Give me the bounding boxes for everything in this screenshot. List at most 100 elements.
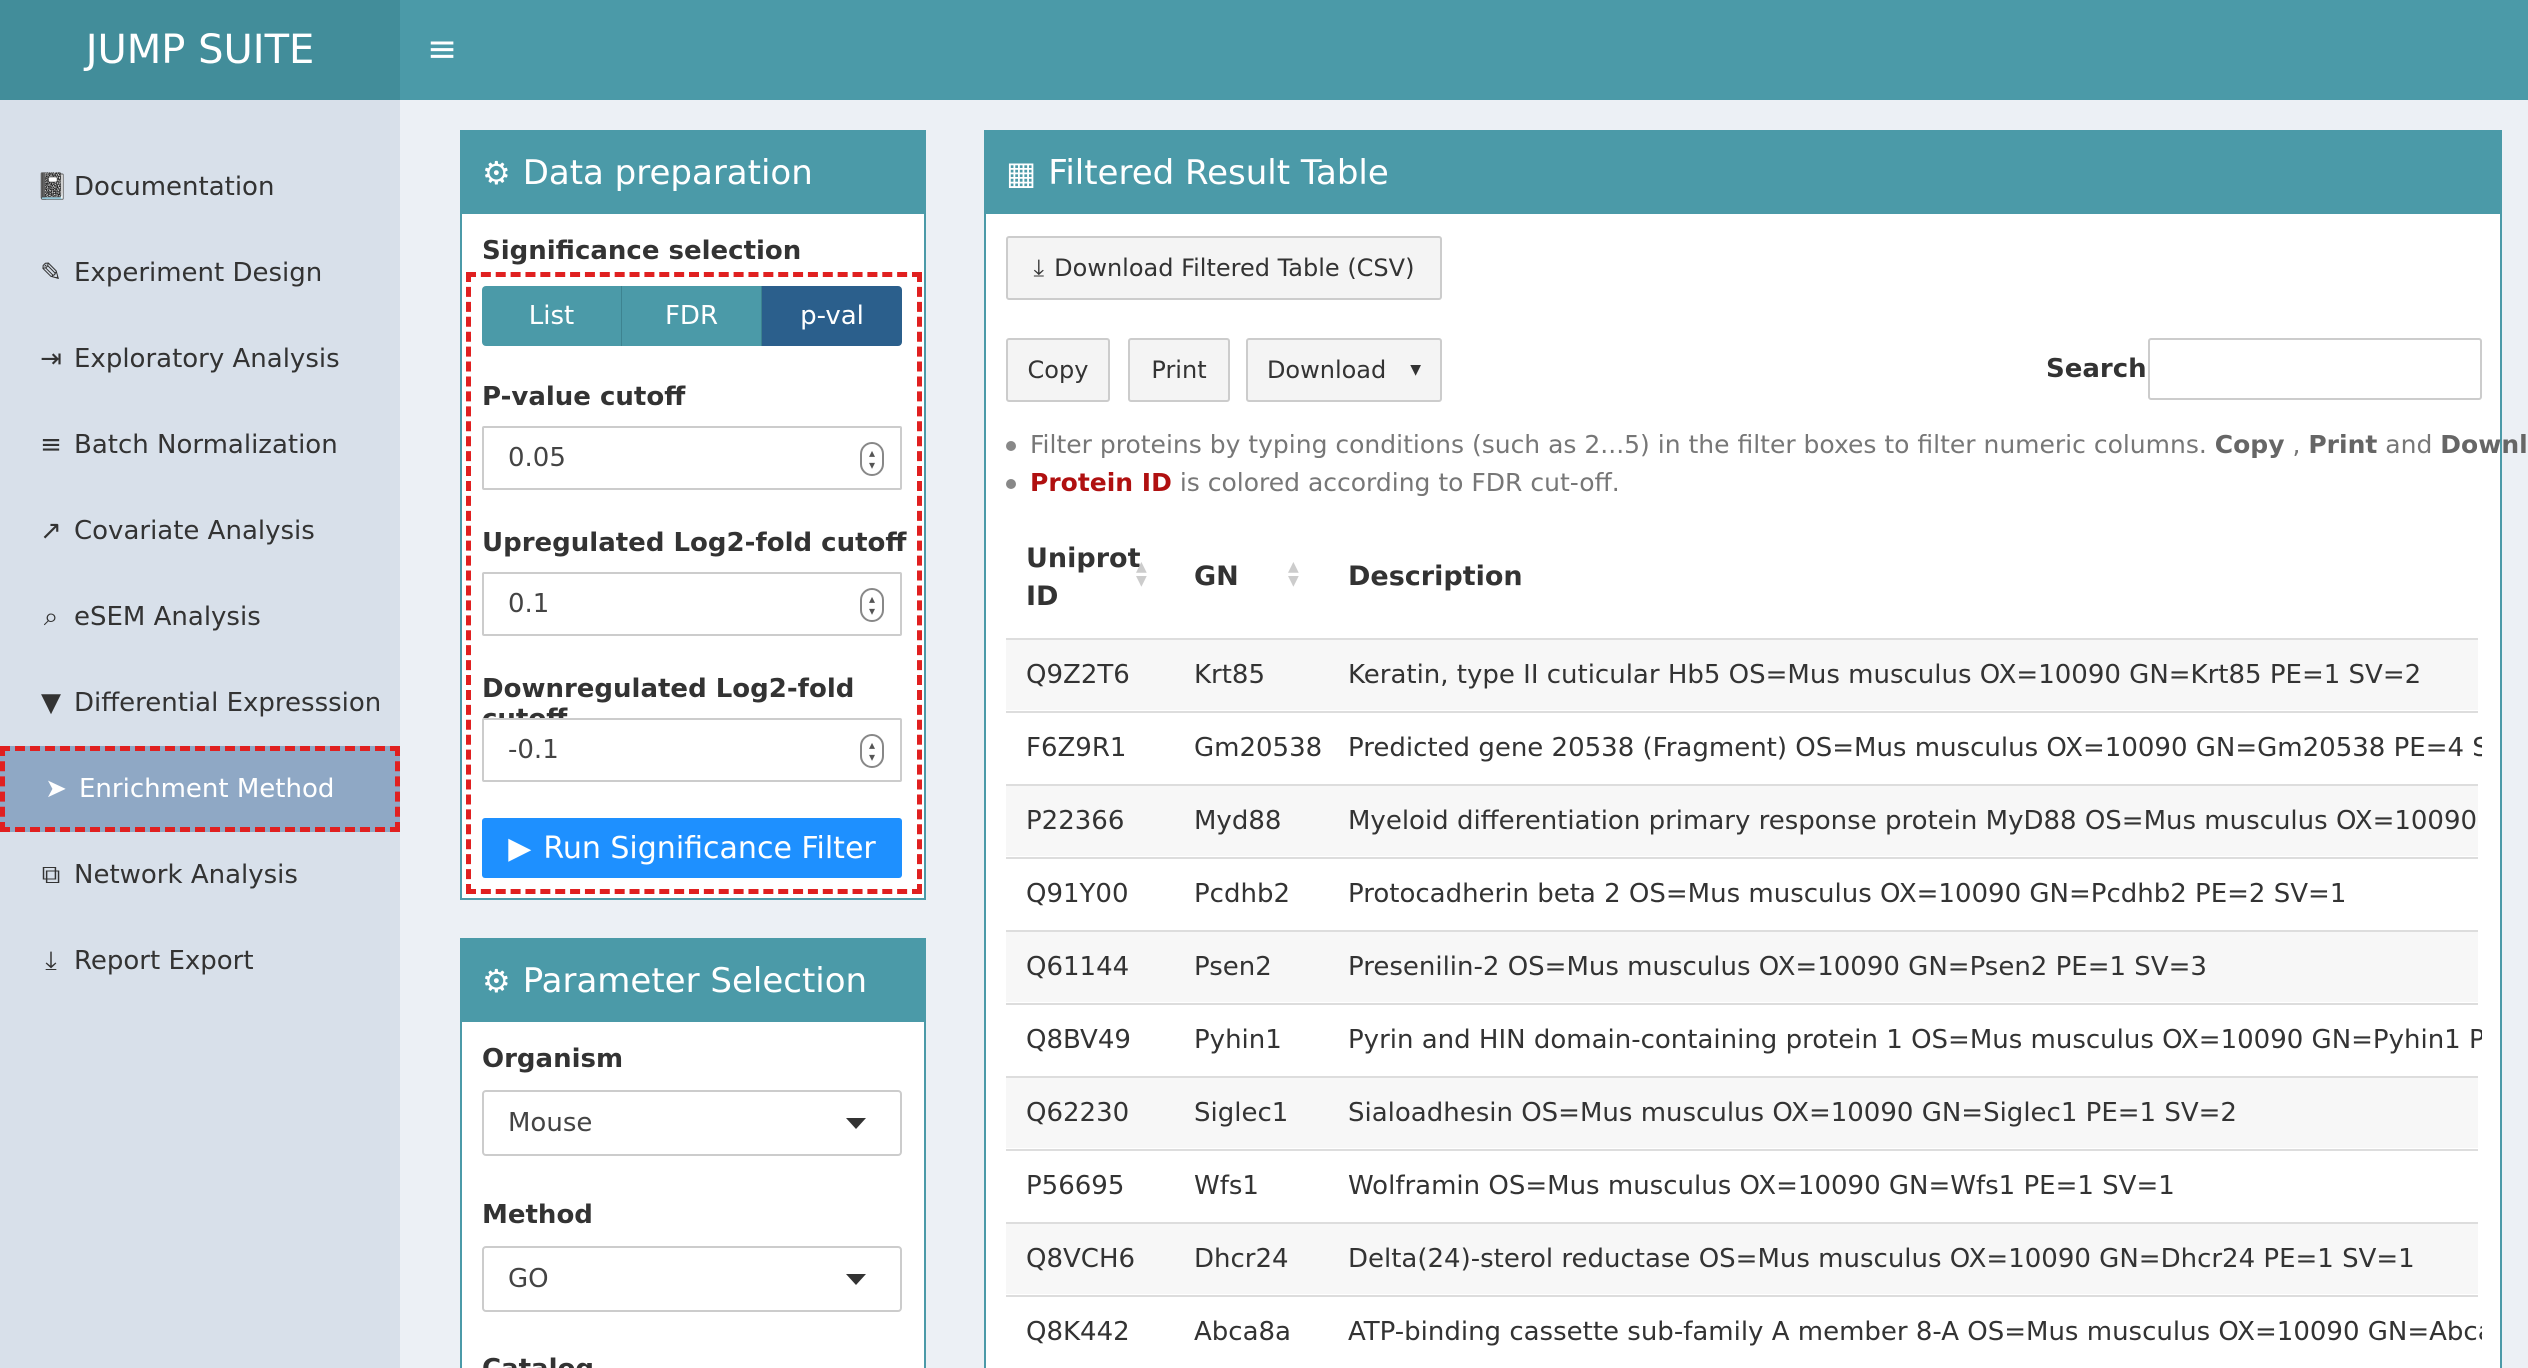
stepper-icon[interactable]: ▴ ▾ (860, 442, 884, 476)
hamburger-icon[interactable]: ≡ (420, 28, 464, 72)
method-select[interactable]: GO (482, 1246, 902, 1312)
gears-icon: ⚙ (482, 962, 511, 1000)
data-preparation-panel: ⚙ Data preparation Significance selectio… (460, 130, 926, 900)
caret-down-icon (846, 1274, 866, 1285)
col-header-description[interactable]: Description (1348, 558, 1523, 596)
book-icon: 📓 (36, 172, 69, 202)
upregulated-label: Upregulated Log2-fold cutoff (482, 528, 907, 558)
downregulated-value: -0.1 (508, 735, 559, 765)
table-icon: ▦ (1006, 154, 1037, 192)
note-and: and (2385, 430, 2433, 459)
cell-description: Delta(24)-sterol reductase OS=Mus muscul… (1348, 1244, 2415, 1274)
panel-title: Parameter Selection (522, 961, 868, 1001)
sidebar-item-label: Enrichment Method (79, 774, 335, 804)
sidebar-item-report-export[interactable]: ⤓ Report Export (0, 918, 400, 1004)
table-row[interactable]: F6Z9R1 Gm20538 Predicted gene 20538 (Fragm… (1006, 711, 2482, 783)
download-csv-button[interactable]: ⤓ Download Filtered Table (CSV) (1006, 236, 1442, 300)
run-label: Run Significance Filter (543, 830, 876, 866)
sidebar-item-label: Report Export (74, 946, 254, 976)
download-csv-label: Download Filtered Table (CSV) (1054, 254, 1415, 282)
table-row[interactable]: P22366 Myd88 Myeloid differentiation prima… (1006, 784, 2482, 856)
table-row[interactable]: Q62230 Siglec1 Sialoadhesin OS=Mus musculu… (1006, 1076, 2478, 1148)
col-header-gn[interactable]: GN (1194, 558, 1239, 596)
sort-icon[interactable]: ▲ ▼ (1288, 560, 1299, 588)
cell-gn: Abca8a (1194, 1317, 1291, 1347)
table-row[interactable]: P56695 Wfs1 Wolframin OS=Mus musculus OX=1… (1006, 1149, 2478, 1221)
cell-uniprot-id: Q8VCH6 (1026, 1244, 1136, 1274)
cell-uniprot-id: Q91Y00 (1026, 879, 1129, 909)
table-row[interactable]: Q9Z2T6 Krt85 Keratin, type II cuticular Hb… (1006, 638, 2478, 710)
table-row[interactable]: Q8K442 Abca8a ATP-binding cassette sub-fam… (1006, 1295, 2482, 1367)
sidebar-item-network-analysis[interactable]: ⧉ Network Analysis (0, 832, 400, 918)
download-dropdown-button[interactable]: Download ▼ (1246, 338, 1442, 402)
organism-label: Organism (482, 1044, 624, 1074)
send-icon: ➤ (45, 774, 67, 804)
significance-label: Significance selection (482, 236, 802, 266)
cell-gn: Krt85 (1194, 660, 1266, 690)
sidebar-item-label: Documentation (74, 172, 275, 202)
app-title[interactable]: JUMP SUITE (0, 0, 400, 100)
sitemap-icon: ⧉ (41, 859, 61, 890)
search-input[interactable] (2148, 338, 2482, 400)
cell-description: Predicted gene 20538 (Fragment) OS=Mus m… (1348, 733, 2482, 763)
sidebar-item-label: Network Analysis (74, 860, 298, 890)
download-label: Download (1266, 356, 1387, 384)
line-chart-icon: ↗ (40, 516, 62, 546)
note-text: Filter proteins by typing conditions (su… (1030, 430, 2207, 459)
downregulated-input[interactable]: -0.1 ▴ ▾ (482, 718, 902, 782)
col-header-line: Uniprot (1026, 543, 1141, 574)
stepper-icon[interactable]: ▴ ▾ (860, 588, 884, 622)
cell-gn: Pcdhb2 (1194, 879, 1291, 909)
note-text: is colored according to FDR cut-off. (1179, 468, 1620, 497)
sidebar-item-documentation[interactable]: 📓 Documentation (0, 144, 400, 230)
cell-description: Presenilin-2 OS=Mus musculus OX=10090 GN… (1348, 952, 2207, 982)
cell-description: Myeloid differentiation primary response… (1348, 806, 2482, 836)
cell-description: Protocadherin beta 2 OS=Mus musculus OX=… (1348, 879, 2347, 909)
bullet-icon (1006, 441, 1016, 451)
sidebar-item-esem-analysis[interactable]: ⌕ eSEM Analysis (0, 574, 400, 660)
sidebar-item-experiment-design[interactable]: ✎ Experiment Design (0, 230, 400, 316)
sidebar-item-covariate-analysis[interactable]: ↗ Covariate Analysis (0, 488, 400, 574)
significance-segmented-control: List FDR p-val (482, 286, 902, 346)
run-significance-filter-button[interactable]: ▶ Run Significance Filter (482, 818, 902, 878)
panel-header: ⚙ Data preparation (462, 132, 924, 214)
print-button[interactable]: Print (1128, 338, 1230, 402)
pvalue-input[interactable]: 0.05 ▴ ▾ (482, 426, 902, 490)
cell-uniprot-id: P22366 (1026, 806, 1125, 836)
note-protein-id: Protein ID (1030, 468, 1172, 497)
list-icon: ≡ (40, 430, 62, 460)
sidebar-item-label: eSEM Analysis (74, 602, 261, 632)
cell-gn: Wfs1 (1194, 1171, 1259, 1201)
cell-description: ATP-binding cassette sub-family A member… (1348, 1317, 2482, 1347)
table-row[interactable]: Q8VCH6 Dhcr24 Delta(24)-sterol reductase O… (1006, 1222, 2478, 1294)
bullet-icon (1006, 479, 1016, 489)
segment-pval[interactable]: p-val (762, 286, 902, 346)
search-chart-icon: ⌕ (43, 601, 59, 632)
sidebar-item-differential-expresssion[interactable]: ▼ Differential Expresssion (0, 660, 400, 746)
sidebar-item-enrichment-method[interactable]: ➤ Enrichment Method (0, 746, 400, 832)
cell-description: Keratin, type II cuticular Hb5 OS=Mus mu… (1348, 660, 2422, 690)
cell-uniprot-id: Q8K442 (1026, 1317, 1130, 1347)
download-icon: ⤓ (45, 945, 57, 976)
sidebar-item-label: Experiment Design (74, 258, 323, 288)
cell-uniprot-id: F6Z9R1 (1026, 733, 1127, 763)
cell-uniprot-id: Q8BV49 (1026, 1025, 1131, 1055)
cell-uniprot-id: Q9Z2T6 (1026, 660, 1130, 690)
upregulated-input[interactable]: 0.1 ▴ ▾ (482, 572, 902, 636)
sidebar-item-exploratory-analysis[interactable]: ⇥ Exploratory Analysis (0, 316, 400, 402)
table-row[interactable]: Q91Y00 Pcdhb2 Protocadherin beta 2 OS=Mus … (1006, 857, 2478, 929)
organism-select[interactable]: Mouse (482, 1090, 902, 1156)
copy-button[interactable]: Copy (1006, 338, 1110, 402)
cell-uniprot-id: Q61144 (1026, 952, 1130, 982)
upregulated-value: 0.1 (508, 589, 550, 619)
table-row[interactable]: Q61144 Psen2 Presenilin-2 OS=Mus musculus … (1006, 930, 2478, 1002)
table-row[interactable]: Q8BV49 Pyhin1 Pyrin and HIN domain-contain… (1006, 1003, 2482, 1075)
col-header-uniprot-id[interactable]: Uniprot ID (1026, 540, 1141, 616)
sidebar-item-batch-normalization[interactable]: ≡ Batch Normalization (0, 402, 400, 488)
filtered-result-panel: ▦ Filtered Result Table ⤓ Download Filte… (984, 130, 2528, 1368)
play-icon: ▶ (508, 830, 532, 866)
segment-list[interactable]: List (482, 286, 622, 346)
segment-fdr[interactable]: FDR (622, 286, 762, 346)
sort-icon[interactable]: ▲ ▼ (1136, 560, 1147, 588)
stepper-icon[interactable]: ▴ ▾ (860, 734, 884, 768)
